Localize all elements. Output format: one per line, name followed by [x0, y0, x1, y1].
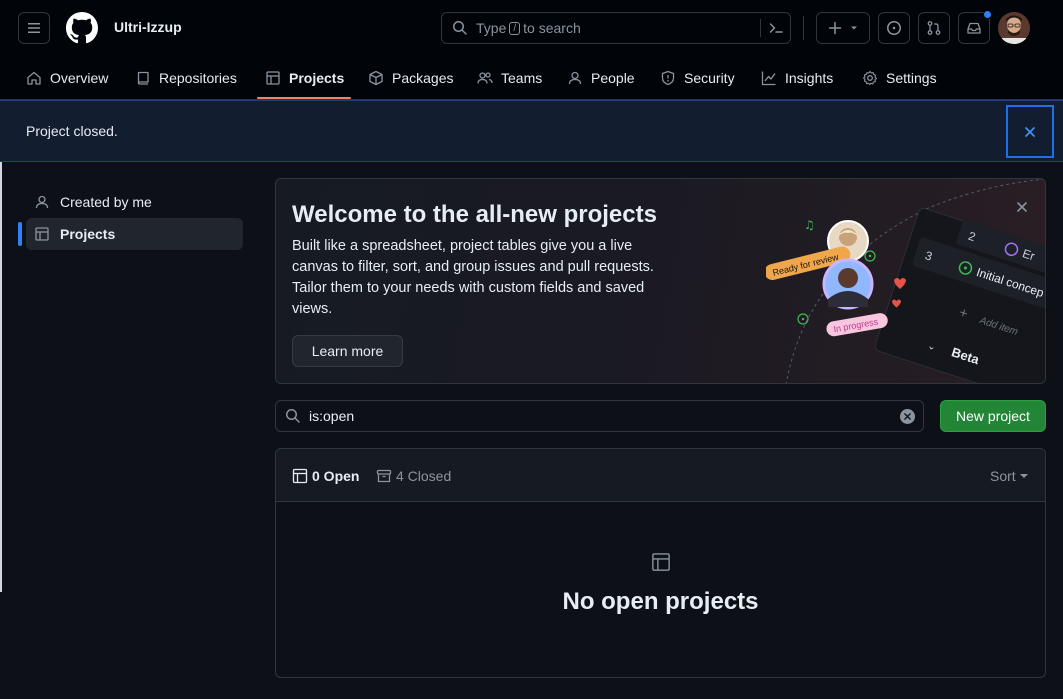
- banner-title: Welcome to the all-new projects: [292, 201, 657, 228]
- pull-request-icon: [927, 21, 941, 35]
- tab-closed-label: 4 Closed: [396, 468, 452, 484]
- nav-item-label: Projects: [289, 70, 345, 86]
- person-icon: [35, 195, 49, 209]
- sidebar-item-label: Projects: [60, 226, 116, 242]
- github-logo-icon[interactable]: [66, 12, 98, 44]
- search-placeholder-prefix: Type: [476, 20, 507, 36]
- nav-item-label: Repositories: [159, 70, 237, 86]
- banner-dismiss-button[interactable]: [1012, 197, 1032, 217]
- search-input[interactable]: Type / to search: [441, 12, 791, 44]
- project-filter-input[interactable]: is:open: [275, 400, 924, 432]
- issue-icon: [887, 21, 901, 35]
- filter-value: is:open: [309, 408, 355, 424]
- nav-item-security[interactable]: Security: [660, 56, 735, 100]
- header-divider: [803, 16, 804, 40]
- search-divider: [760, 19, 761, 37]
- search-icon: [286, 409, 300, 423]
- nav-item-label: Settings: [886, 70, 937, 86]
- nav-active-indicator: [257, 97, 351, 99]
- table-icon: [651, 552, 671, 572]
- search-placeholder-suffix: to search: [523, 20, 581, 36]
- sidebar-item-label: Created by me: [60, 194, 152, 210]
- nav-item-overview[interactable]: Overview: [26, 56, 108, 100]
- nav-item-label: Insights: [785, 70, 834, 86]
- org-nav: Overview Repositories Projects Packages …: [0, 56, 1063, 100]
- sort-label: Sort: [990, 468, 1016, 484]
- nav-item-settings[interactable]: Settings: [862, 56, 937, 100]
- chevron-down-icon: [851, 26, 857, 30]
- tab-open-projects[interactable]: 0 Open: [292, 468, 359, 484]
- header-top-row: Ultri-Izzup Type / to search: [0, 0, 1063, 56]
- menu-button[interactable]: [18, 12, 50, 44]
- learn-more-button[interactable]: Learn more: [292, 335, 403, 367]
- new-project-button[interactable]: New project: [940, 400, 1046, 432]
- nav-item-projects[interactable]: Projects: [265, 56, 344, 100]
- shield-icon: [661, 70, 675, 86]
- sidebar-item-created-by-me[interactable]: Created by me: [26, 186, 243, 218]
- person-icon: [568, 71, 582, 85]
- home-icon: [27, 71, 41, 85]
- gear-icon: [862, 70, 878, 86]
- clear-filter-button[interactable]: [900, 409, 915, 424]
- tab-open-label: 0 Open: [312, 468, 360, 484]
- nav-item-teams[interactable]: Teams: [477, 56, 542, 100]
- close-icon: [904, 413, 911, 420]
- svg-text:♫: ♫: [804, 218, 815, 232]
- pull-requests-button[interactable]: [918, 12, 950, 44]
- sort-dropdown[interactable]: Sort: [990, 468, 1028, 484]
- inbox-icon: [967, 22, 981, 34]
- avatar[interactable]: [998, 12, 1030, 44]
- caret-down-icon: [1019, 474, 1028, 478]
- window-edge: [0, 162, 2, 592]
- banner-description: Built like a spreadsheet, project tables…: [292, 238, 654, 317]
- close-icon: [1017, 202, 1027, 212]
- table-icon: [35, 227, 49, 241]
- close-icon: [1025, 126, 1035, 137]
- flash-banner: Project closed.: [0, 100, 1063, 162]
- nav-item-label: Security: [684, 70, 735, 86]
- nav-item-people[interactable]: People: [567, 56, 635, 100]
- create-new-button[interactable]: [816, 12, 870, 44]
- hamburger-icon: [28, 23, 40, 33]
- welcome-banner: 2 Er 3 Initial concep + Add item ⌄ Beta …: [275, 178, 1046, 384]
- global-header: Ultri-Izzup Type / to search Overview Re…: [0, 0, 1063, 100]
- nav-item-label: Packages: [392, 70, 454, 86]
- nav-item-repositories[interactable]: Repositories: [135, 56, 237, 100]
- table-icon: [292, 468, 308, 484]
- nav-item-label: Overview: [50, 70, 109, 86]
- people-icon: [477, 72, 493, 84]
- issues-button[interactable]: [878, 12, 910, 44]
- repo-icon: [137, 71, 149, 85]
- projects-illustration: 2 Er 3 Initial concep + Add item ⌄ Beta …: [766, 179, 1045, 383]
- command-palette-icon[interactable]: [768, 20, 784, 36]
- search-shortcut-key: /: [509, 21, 521, 35]
- package-icon: [369, 70, 383, 86]
- projects-list-header: 0 Open 4 Closed Sort: [276, 449, 1045, 502]
- table-icon: [266, 71, 280, 85]
- notification-dot: [983, 10, 992, 19]
- tab-closed-projects[interactable]: 4 Closed: [376, 468, 451, 484]
- projects-list: 0 Open 4 Closed Sort No open projects: [275, 448, 1046, 678]
- nav-item-label: People: [591, 70, 635, 86]
- empty-state-title: No open projects: [562, 588, 759, 615]
- org-name-link[interactable]: Ultri-Izzup: [114, 19, 182, 35]
- sidebar-item-projects[interactable]: Projects: [26, 218, 243, 250]
- nav-item-label: Teams: [501, 70, 543, 86]
- nav-item-insights[interactable]: Insights: [761, 56, 833, 100]
- flash-close-button[interactable]: [1006, 105, 1054, 158]
- plus-icon: [828, 21, 842, 35]
- archive-icon: [376, 469, 392, 483]
- graph-icon: [761, 71, 776, 86]
- sidebar-active-marker: [18, 222, 22, 246]
- nav-item-packages[interactable]: Packages: [368, 56, 453, 100]
- flash-message: Project closed.: [26, 123, 118, 139]
- search-icon: [453, 21, 467, 35]
